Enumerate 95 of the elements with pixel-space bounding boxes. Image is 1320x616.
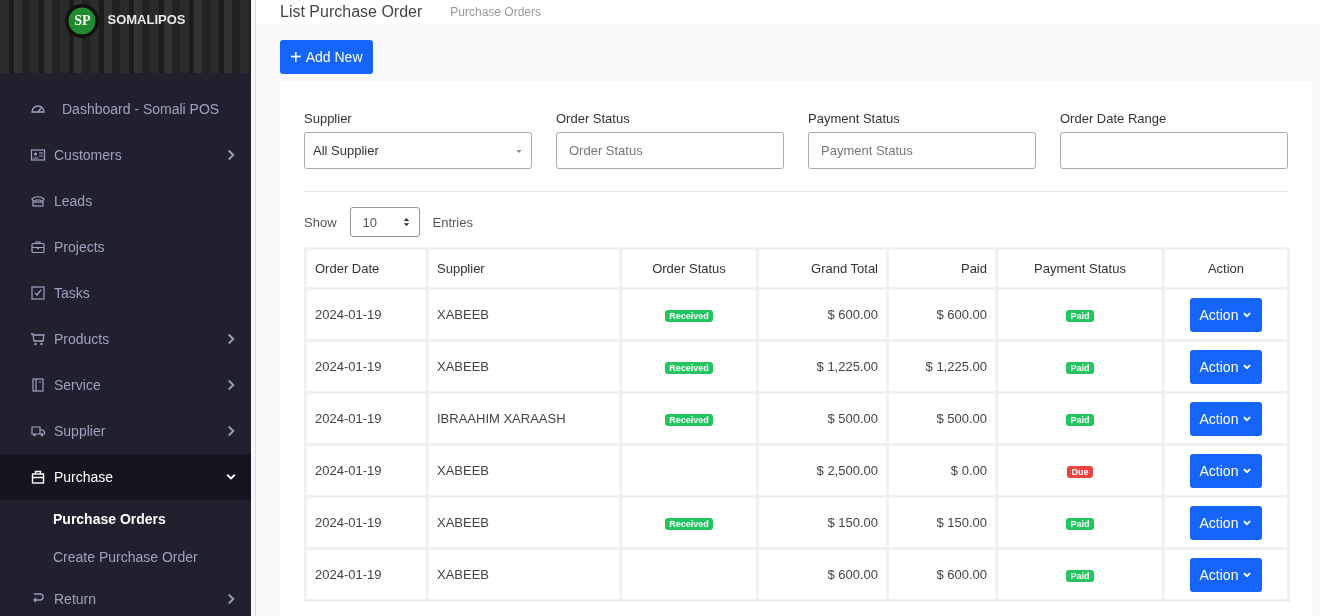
book-icon bbox=[30, 377, 46, 393]
table-cell: 2024-01-19 bbox=[305, 444, 428, 497]
action-button[interactable]: Action bbox=[1189, 349, 1263, 384]
action-button[interactable]: Action bbox=[1189, 453, 1263, 488]
truck-icon bbox=[30, 423, 46, 439]
action-button[interactable]: Action bbox=[1189, 401, 1263, 436]
logo: SP bbox=[65, 4, 100, 38]
table-cell: 2024-01-19 bbox=[305, 340, 428, 393]
table-cell: XABEEB bbox=[427, 340, 621, 393]
sidebar-subitem[interactable]: Purchase Orders bbox=[0, 500, 251, 538]
column-header: Paid bbox=[887, 248, 997, 289]
chevron-down-icon bbox=[1242, 465, 1253, 476]
supplier-dropdown[interactable]: All Supplier bbox=[304, 132, 532, 169]
add-new-button[interactable]: + Add New bbox=[280, 40, 373, 74]
table-cell: 2024-01-19 bbox=[305, 288, 428, 341]
filter-label: Supplier bbox=[304, 111, 353, 126]
entries-label: Entries bbox=[432, 214, 473, 230]
filter-label: Payment Status bbox=[808, 111, 901, 126]
table-cell: $ 150.00 bbox=[757, 496, 888, 549]
table-cell: $ 600.00 bbox=[887, 288, 997, 341]
filter-label: Order Status bbox=[556, 111, 631, 126]
sidebar-subitem[interactable]: Create Purchase Order bbox=[0, 538, 251, 576]
chevron-down-icon bbox=[1242, 517, 1253, 528]
chevron-down-icon bbox=[1242, 309, 1253, 320]
sidebar-item[interactable]: Supplier bbox=[0, 408, 251, 454]
table-cell: $ 600.00 bbox=[887, 548, 997, 601]
status-badge: Paid bbox=[1066, 414, 1094, 426]
filter-label: Order Date Range bbox=[1060, 111, 1168, 126]
table-cell: $ 1,225.00 bbox=[757, 340, 888, 393]
status-badge: Paid bbox=[1066, 362, 1094, 374]
brand-name: SOMALIPOS bbox=[107, 12, 186, 27]
bag-icon bbox=[30, 469, 46, 485]
column-header: Payment Status bbox=[996, 248, 1164, 289]
phone-icon bbox=[30, 193, 46, 209]
briefcase-icon bbox=[30, 239, 46, 255]
id-card-icon bbox=[30, 147, 46, 163]
chevron-down-icon bbox=[1242, 361, 1253, 372]
input-field[interactable]: Payment Status bbox=[808, 132, 1036, 169]
cart-icon bbox=[30, 331, 46, 347]
table-cell: $ 500.00 bbox=[757, 392, 888, 445]
action-button[interactable]: Action bbox=[1189, 297, 1263, 332]
table-cell: $ 0.00 bbox=[887, 444, 997, 497]
entries-dropdown[interactable]: 10 bbox=[349, 207, 420, 237]
table-cell: $ 500.00 bbox=[887, 392, 997, 445]
chevron-right-icon bbox=[225, 149, 237, 161]
table-cell: XABEEB bbox=[427, 444, 621, 497]
status-badge: Received bbox=[665, 362, 713, 374]
action-button[interactable]: Action bbox=[1189, 505, 1263, 540]
table-cell: $ 2,500.00 bbox=[757, 444, 888, 497]
input-field[interactable]: Order Status bbox=[556, 132, 784, 169]
table-cell: XABEEB bbox=[427, 548, 621, 601]
sidebar-item[interactable]: Projects bbox=[0, 224, 251, 270]
column-header: Supplier bbox=[427, 248, 621, 289]
input-field[interactable] bbox=[1060, 132, 1288, 169]
column-header: Order Status bbox=[620, 248, 758, 289]
table-cell: XABEEB bbox=[427, 288, 621, 341]
status-badge: Paid bbox=[1066, 518, 1094, 530]
sidebar-item[interactable]: Return bbox=[0, 576, 251, 616]
status-badge: Received bbox=[665, 414, 713, 426]
table-cell: IBRAAHIM XARAASH bbox=[427, 392, 621, 445]
sidebar-item[interactable]: Customers bbox=[0, 132, 251, 178]
chevron-right-icon bbox=[225, 425, 237, 437]
chevron-right-icon bbox=[225, 333, 237, 345]
column-header: Action bbox=[1163, 248, 1289, 289]
page-title: List Purchase Order bbox=[280, 3, 423, 21]
table-cell: $ 150.00 bbox=[887, 496, 997, 549]
table-cell: $ 1,225.00 bbox=[887, 340, 997, 393]
status-badge: Received bbox=[665, 310, 713, 322]
chevron-down-icon bbox=[1242, 413, 1253, 424]
table-cell: 2024-01-19 bbox=[305, 392, 428, 445]
breadcrumb: Purchase Orders bbox=[450, 5, 541, 19]
checkbox-icon bbox=[30, 285, 46, 301]
column-header: Order Date bbox=[305, 248, 428, 289]
status-badge: Received bbox=[665, 518, 713, 530]
chevron-down-icon bbox=[1242, 569, 1253, 580]
table-cell: $ 600.00 bbox=[757, 548, 888, 601]
status-badge: Due bbox=[1067, 466, 1093, 478]
sidebar-item[interactable]: Purchase bbox=[0, 454, 251, 500]
show-label: Show bbox=[304, 214, 337, 230]
column-header: Grand Total bbox=[757, 248, 888, 289]
updown-caret-icon bbox=[401, 216, 411, 228]
sidebar-item[interactable]: Products bbox=[0, 316, 251, 362]
status-badge: Paid bbox=[1066, 570, 1094, 582]
action-button[interactable]: Action bbox=[1189, 557, 1263, 592]
sidebar-item[interactable]: Service bbox=[0, 362, 251, 408]
chevron-right-icon bbox=[225, 379, 237, 391]
table-cell: 2024-01-19 bbox=[305, 548, 428, 601]
sidebar-item[interactable]: Dashboard - Somali POS bbox=[0, 86, 251, 132]
table-cell: $ 600.00 bbox=[757, 288, 888, 341]
table-cell: XABEEB bbox=[427, 496, 621, 549]
sidebar-item[interactable]: Leads bbox=[0, 178, 251, 224]
table-cell: 2024-01-19 bbox=[305, 496, 428, 549]
status-badge: Paid bbox=[1066, 310, 1094, 322]
sidebar-item[interactable]: Tasks bbox=[0, 270, 251, 316]
chevron-right-icon bbox=[225, 593, 237, 605]
